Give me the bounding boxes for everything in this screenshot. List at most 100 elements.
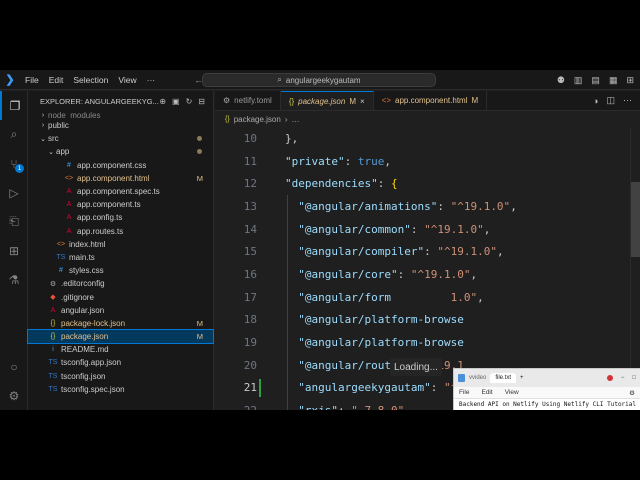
tree-item-label: app.component.spec.ts bbox=[77, 187, 160, 197]
run-debug-icon[interactable]: ▷ bbox=[0, 178, 28, 207]
notepad-menu-file[interactable]: File bbox=[459, 389, 469, 396]
code-text: "private": true, bbox=[257, 155, 391, 168]
tree-item-label: src bbox=[48, 134, 59, 144]
explorer-icon[interactable]: ❐ bbox=[0, 91, 28, 120]
tree-item[interactable]: i README.md bbox=[28, 343, 213, 356]
tree-item[interactable]: TS main.ts bbox=[28, 251, 213, 264]
tree-item[interactable]: {} package.json M bbox=[27, 328, 214, 345]
remote-explorer-icon[interactable]: ⎗ bbox=[0, 207, 28, 236]
extensions-icon[interactable]: ⊞ bbox=[0, 236, 28, 265]
copilot-icon[interactable]: ⚉ bbox=[557, 75, 565, 86]
code-token: : bbox=[424, 245, 438, 259]
tree-item[interactable]: ◆ .gitignore bbox=[28, 290, 213, 303]
code-token: , bbox=[477, 290, 484, 304]
settings-gear-icon[interactable]: ⚙ bbox=[0, 381, 28, 410]
explorer-sidebar: EXPLORER: ANGULARGEEKYG... ⊕ ▣ ↻ ⊟ › node… bbox=[27, 91, 214, 410]
code-token: : bbox=[430, 381, 444, 395]
code-token: , bbox=[496, 245, 504, 259]
code-line: 11 "private": true, bbox=[215, 150, 640, 173]
notepad-text-area[interactable]: Backend API on Netlify Using Netlify CLI… bbox=[454, 399, 640, 410]
notepad-menu-view[interactable]: View bbox=[505, 389, 519, 396]
git-change-gutter-marker bbox=[259, 378, 261, 397]
notepad-menu-edit[interactable]: Edit bbox=[481, 389, 492, 396]
tree-item[interactable]: TS tsconfig.json bbox=[28, 370, 213, 383]
menu-edit[interactable]: Edit bbox=[44, 75, 69, 85]
tab-close-icon[interactable]: × bbox=[360, 97, 365, 106]
tree-item[interactable]: ⌄ src bbox=[28, 132, 213, 145]
account-icon[interactable]: ○ bbox=[0, 352, 28, 381]
editor-tab[interactable]: {} package.json M × bbox=[280, 91, 374, 110]
tree-item[interactable]: ⚙ .editorconfig bbox=[28, 277, 213, 290]
tree-item[interactable]: TS tsconfig.spec.json bbox=[28, 383, 213, 396]
tree-item[interactable]: › node_modules bbox=[28, 111, 213, 119]
tree-item[interactable]: Aangular.json bbox=[28, 304, 213, 317]
tree-item[interactable]: › public bbox=[28, 119, 213, 132]
tree-item[interactable]: # styles.css bbox=[28, 264, 213, 277]
explorer-title: EXPLORER: ANGULARGEEKYG... bbox=[40, 96, 159, 106]
code-text: "@angular/compiler": "^19.1.0", bbox=[257, 245, 504, 259]
menu-selection[interactable]: Selection bbox=[68, 75, 113, 85]
tree-item[interactable]: # app.component.css bbox=[28, 159, 213, 172]
notepad-new-tab-icon[interactable]: + bbox=[520, 375, 524, 381]
tree-item[interactable]: Aapp.component.spec.ts bbox=[28, 185, 213, 198]
vscode-window: ❯ File Edit Selection View ··· ← → ⌕ ang… bbox=[0, 70, 640, 410]
menu-file[interactable]: File bbox=[20, 75, 44, 85]
notepad-settings-icon[interactable]: ⚙ bbox=[629, 389, 640, 397]
menu-more[interactable]: ··· bbox=[142, 75, 161, 85]
line-number: 11 bbox=[243, 154, 257, 168]
command-center-search[interactable]: ⌕ angulargeekygautam bbox=[202, 73, 436, 87]
notepad-tab-inactive[interactable]: vvideo bbox=[469, 375, 486, 381]
breadcrumb-symbol[interactable]: … bbox=[292, 115, 300, 124]
search-view-icon[interactable]: ⌕ bbox=[0, 120, 28, 149]
breadcrumb-file[interactable]: package.json bbox=[234, 115, 281, 124]
tree-item[interactable]: ⌄ app bbox=[28, 145, 213, 158]
toggle-panel-icon[interactable]: ▤ bbox=[591, 75, 600, 86]
tree-item-label: public bbox=[48, 121, 69, 131]
code-token: "^19.1.0" bbox=[424, 222, 484, 236]
tree-item[interactable]: <> app.component.html M bbox=[28, 172, 213, 185]
tree-item[interactable]: TS tsconfig.app.json bbox=[28, 356, 213, 369]
tab-label: package.json bbox=[298, 96, 346, 106]
layout-icon[interactable]: ⊞ bbox=[626, 75, 634, 86]
code-text: "dependencies": { bbox=[257, 177, 398, 190]
tree-item[interactable]: Aapp.component.ts bbox=[28, 198, 213, 211]
collapse-all-icon[interactable]: ⊟ bbox=[198, 97, 205, 106]
maximize-icon[interactable]: □ bbox=[632, 375, 636, 381]
code-line: 13 "@angular/animations": "^19.1.0", bbox=[215, 195, 640, 218]
minimize-icon[interactable]: − bbox=[621, 375, 625, 381]
split-editor-icon[interactable]: ◫ bbox=[606, 95, 615, 106]
more-actions-icon[interactable]: ⋯ bbox=[623, 95, 632, 106]
line-number: 19 bbox=[243, 336, 257, 350]
refresh-icon[interactable]: ↻ bbox=[186, 97, 193, 106]
testing-icon[interactable]: ⚗ bbox=[0, 265, 28, 294]
tab-status-badge: M bbox=[471, 96, 479, 105]
tree-item[interactable]: Aapp.config.ts bbox=[28, 211, 213, 224]
menu-view[interactable]: View bbox=[113, 75, 141, 85]
notepad-tab-active[interactable]: file.txt bbox=[490, 373, 517, 383]
code-token: , bbox=[470, 267, 478, 281]
toggle-sidebar-icon[interactable]: ▥ bbox=[574, 75, 583, 86]
letterbox-bottom bbox=[0, 410, 640, 480]
chevron-icon: › bbox=[41, 111, 45, 119]
code-text: }, bbox=[257, 132, 298, 145]
line-number: 15 bbox=[243, 245, 257, 259]
new-folder-icon[interactable]: ▣ bbox=[172, 97, 180, 106]
tree-item[interactable]: <> index.html bbox=[28, 238, 213, 251]
scrollbar-thumb[interactable] bbox=[631, 182, 640, 257]
new-file-icon[interactable]: ⊕ bbox=[159, 97, 166, 106]
code-line: 14 "@angular/common": "^19.1.0", bbox=[215, 218, 640, 241]
code-text: "@angular/platform-browse bbox=[257, 313, 464, 326]
code-token: , bbox=[483, 222, 491, 236]
tree-item[interactable]: {} package-lock.json M bbox=[28, 317, 213, 330]
toggle-secondary-sidebar-icon[interactable]: ▦ bbox=[609, 75, 618, 86]
file-type-icon: ◆ bbox=[50, 294, 56, 302]
line-number: 16 bbox=[243, 267, 257, 281]
tree-item[interactable]: Aapp.routes.ts bbox=[28, 225, 213, 238]
source-control-icon[interactable]: ⑂ 1 bbox=[0, 149, 28, 178]
open-preview-icon[interactable]: ◑ bbox=[593, 96, 598, 106]
editor-tab[interactable]: ⚙ netlify.toml bbox=[215, 91, 281, 110]
tree-item-label: app.component.ts bbox=[77, 200, 141, 210]
editor-tab[interactable]: <> app.component.html M bbox=[374, 91, 488, 110]
